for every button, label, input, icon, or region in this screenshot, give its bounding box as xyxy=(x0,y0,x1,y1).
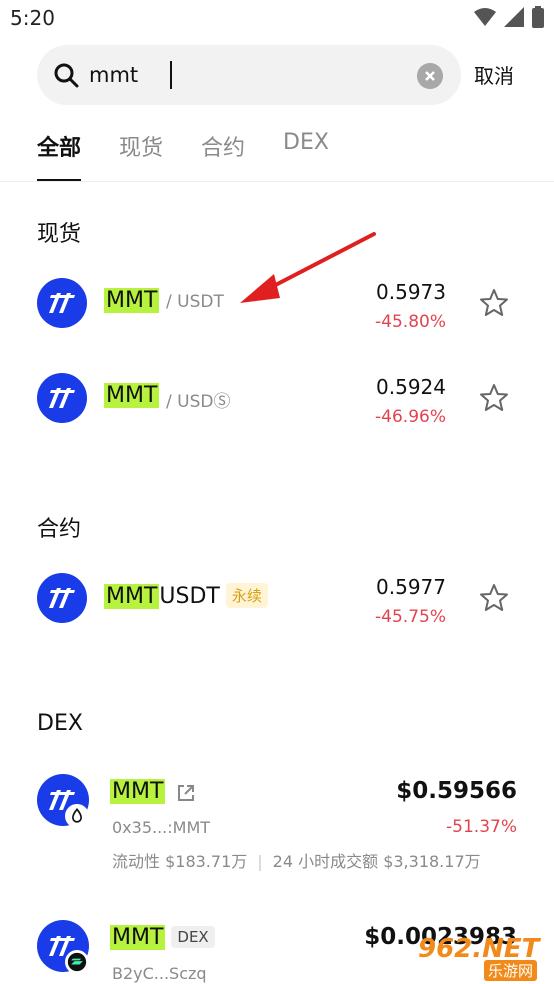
tab-dex[interactable]: DEX xyxy=(283,130,329,182)
mmt-logo-icon xyxy=(49,293,75,313)
battery-icon xyxy=(532,6,544,28)
list-item-dex-1[interactable]: MMT 0x35...:MMT 流动性 $183.71万 | 24 小时成交额 $3… xyxy=(0,770,554,880)
token-symbol: MMT xyxy=(110,925,166,950)
price-change: -51.37% xyxy=(446,817,517,837)
search-icon xyxy=(54,63,79,88)
cancel-button[interactable]: 取消 xyxy=(474,60,514,89)
section-title-dex: DEX xyxy=(37,711,83,736)
price-change: -45.75% xyxy=(375,607,446,627)
star-icon[interactable] xyxy=(478,287,510,319)
price: 0.5973 xyxy=(376,280,446,304)
section-title-spot: 现货 xyxy=(37,222,82,247)
tab-divider xyxy=(0,181,554,182)
dex-symbol: MMT DEX xyxy=(110,925,215,950)
token-logo xyxy=(37,278,87,328)
external-link-icon[interactable] xyxy=(176,783,196,803)
price-change: -45.80% xyxy=(375,312,446,332)
sui-chain-icon xyxy=(65,804,89,828)
annotation-arrow-icon xyxy=(240,232,376,303)
solana-chain-icon xyxy=(65,950,89,974)
contract-address: 0x35...:MMT xyxy=(112,818,211,837)
token-logo xyxy=(37,373,87,423)
token-symbol: MMT xyxy=(110,779,166,804)
list-item-futures[interactable]: MMTUSDT 永续 0.5977 -45.75% xyxy=(0,563,554,633)
token-symbol: MMT xyxy=(104,383,160,408)
watermark-subtext: 乐游网 xyxy=(484,960,538,981)
star-icon[interactable] xyxy=(478,382,510,414)
perpetual-badge: 永续 xyxy=(225,583,268,608)
pair-quote: / USDⓈ xyxy=(166,392,231,412)
mmt-logo-icon xyxy=(49,388,75,408)
futures-quote: USDT xyxy=(159,584,220,609)
status-time: 5:20 xyxy=(10,6,55,30)
token-symbol: MMT xyxy=(104,584,160,609)
search-box[interactable] xyxy=(37,45,461,105)
tab-bar: 全部 现货 合约 DEX xyxy=(37,130,329,182)
dex-badge: DEX xyxy=(171,926,215,948)
star-icon[interactable] xyxy=(478,582,510,614)
status-bar: 5:20 xyxy=(0,0,554,38)
mmt-logo-icon xyxy=(49,588,75,608)
tab-spot[interactable]: 现货 xyxy=(119,130,163,182)
contract-address: B2yC...Sczq xyxy=(112,964,207,983)
price: 0.5977 xyxy=(376,575,446,599)
section-title-futures: 合约 xyxy=(37,517,82,542)
price: 0.5924 xyxy=(376,375,446,399)
tab-futures[interactable]: 合约 xyxy=(201,130,245,182)
futures-symbol: MMTUSDT 永续 xyxy=(104,583,268,609)
volume-24h: 24 小时成交额 $3,318.17万 xyxy=(272,852,481,871)
tab-all[interactable]: 全部 xyxy=(37,130,82,182)
price-change: -46.96% xyxy=(375,407,446,427)
text-caret xyxy=(170,61,172,89)
token-symbol: MMT xyxy=(104,288,160,313)
watermark: 962.NET 乐游网 xyxy=(418,934,548,981)
clear-icon[interactable] xyxy=(417,63,443,89)
wifi-icon xyxy=(474,8,496,26)
search-input[interactable] xyxy=(89,59,409,91)
dex-liquidity-volume: 流动性 $183.71万 | 24 小时成交额 $3,318.17万 xyxy=(112,852,481,871)
status-icons xyxy=(474,6,544,28)
pair-quote: / USDT xyxy=(166,292,224,312)
token-logo xyxy=(37,573,87,623)
signal-icon xyxy=(504,7,524,27)
price: $0.59566 xyxy=(396,778,517,804)
list-item-spot-usds[interactable]: MMT / USDⓈ 0.5924 -46.96% xyxy=(0,363,554,433)
liquidity: 流动性 $183.71万 xyxy=(112,852,248,871)
